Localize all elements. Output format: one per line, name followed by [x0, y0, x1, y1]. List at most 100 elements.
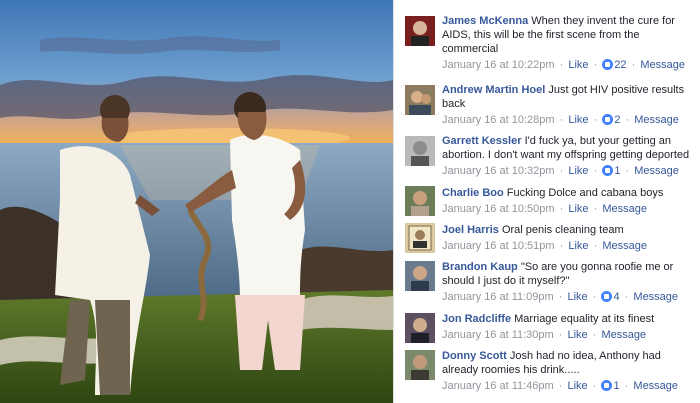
comment-body: James McKenna When they invent the cure …	[442, 14, 695, 72]
like-link[interactable]: Like	[568, 380, 588, 392]
sunset-photo[interactable]	[0, 0, 393, 403]
separator: ·	[558, 329, 563, 341]
like-link[interactable]: Like	[568, 203, 588, 215]
separator: ·	[593, 240, 598, 252]
comment-timestamp[interactable]: January 16 at 11:46pm	[442, 380, 554, 392]
avatar[interactable]	[405, 85, 435, 115]
separator: ·	[625, 114, 630, 126]
avatar[interactable]	[405, 16, 435, 46]
message-link[interactable]: Message	[640, 59, 685, 71]
comment-body: Garrett Kessler I'd fuck ya, but your ge…	[442, 134, 695, 178]
avatar[interactable]	[405, 136, 435, 166]
comment-text: Oral penis cleaning team	[501, 224, 624, 236]
commenter-name[interactable]: Andrew Martin Hoel	[442, 84, 545, 96]
comment-meta: January 16 at 11:09pm · Like · 4 · Messa…	[442, 290, 695, 304]
comment-timestamp[interactable]: January 16 at 10:22pm	[442, 59, 555, 71]
like-reaction-icon[interactable]	[602, 114, 614, 125]
message-link[interactable]: Message	[602, 203, 647, 215]
avatar[interactable]	[405, 313, 435, 343]
comment-body: Charlie Boo Fucking Dolce and cabana boy…	[442, 186, 695, 216]
separator: ·	[559, 240, 564, 252]
separator: ·	[593, 59, 598, 71]
comment-timestamp[interactable]: January 16 at 10:28pm	[442, 114, 555, 126]
message-link[interactable]: Message	[633, 380, 678, 392]
commenter-name[interactable]: Charlie Boo	[442, 187, 504, 199]
comment-body: Joel Harris Oral penis cleaning team Jan…	[442, 223, 695, 253]
like-reaction-icon[interactable]	[602, 165, 614, 176]
like-reaction-icon[interactable]	[601, 291, 613, 302]
separator: ·	[559, 203, 564, 215]
comment-timestamp[interactable]: January 16 at 10:50pm	[442, 203, 555, 215]
separator: ·	[592, 291, 597, 303]
like-reaction-icon[interactable]	[601, 380, 613, 391]
photo-illustration	[0, 0, 393, 403]
comment-meta: January 16 at 11:46pm · Like · 1 · Messa…	[442, 379, 695, 393]
comment-meta: January 16 at 10:51pm · Like · Message	[442, 239, 695, 253]
reaction-count[interactable]: 1	[613, 380, 619, 392]
avatar-photo	[405, 16, 435, 46]
separator: ·	[592, 380, 597, 392]
comment-meta: January 16 at 10:32pm · Like · 1 · Messa…	[442, 164, 695, 178]
avatar-photo	[405, 261, 435, 291]
avatar-photo	[405, 85, 435, 115]
separator: ·	[625, 165, 630, 177]
comment-body: Donny Scott Josh had no idea, Anthony ha…	[442, 349, 695, 393]
separator: ·	[559, 114, 564, 126]
comment-meta: January 16 at 10:28pm · Like · 2 · Messa…	[442, 113, 695, 127]
comment-text: Fucking Dolce and cabana boys	[506, 187, 664, 199]
separator: ·	[593, 203, 598, 215]
comment-meta: January 16 at 10:50pm · Like · Message	[442, 202, 695, 216]
separator: ·	[624, 291, 629, 303]
separator: ·	[631, 59, 636, 71]
reaction-count[interactable]: 4	[613, 291, 619, 303]
comment-timestamp[interactable]: January 16 at 11:30pm	[442, 329, 554, 341]
avatar-photo	[405, 223, 435, 253]
comment-meta: January 16 at 11:30pm · Like · Message	[442, 328, 695, 342]
separator: ·	[558, 291, 563, 303]
commenter-name[interactable]: Brandon Kaup	[442, 261, 518, 273]
comment-body: Brandon Kaup "So are you gonna roofie me…	[442, 260, 695, 304]
avatar[interactable]	[405, 223, 435, 253]
comments-panel: James McKenna When they invent the cure …	[393, 0, 700, 403]
separator: ·	[558, 380, 563, 392]
like-link[interactable]: Like	[568, 114, 588, 126]
reaction-count[interactable]: 2	[614, 114, 620, 126]
like-reaction-icon[interactable]	[602, 59, 614, 70]
avatar-photo	[405, 136, 435, 166]
message-link[interactable]: Message	[633, 291, 678, 303]
like-link[interactable]: Like	[568, 165, 588, 177]
avatar-photo	[405, 350, 435, 380]
reaction-count[interactable]: 1	[614, 165, 620, 177]
message-link[interactable]: Message	[634, 165, 679, 177]
commenter-name[interactable]: Donny Scott	[442, 350, 507, 362]
comment-timestamp[interactable]: January 16 at 10:32pm	[442, 165, 555, 177]
comment-timestamp[interactable]: January 16 at 11:09pm	[442, 291, 554, 303]
separator: ·	[559, 165, 564, 177]
comment-body: Jon Radcliffe Marriage equality at its f…	[442, 312, 695, 342]
avatar-photo	[405, 313, 435, 343]
avatar[interactable]	[405, 261, 435, 291]
comment-meta: January 16 at 10:22pm · Like · 22 · Mess…	[442, 58, 695, 72]
separator: ·	[593, 165, 598, 177]
avatar[interactable]	[405, 186, 435, 216]
commenter-name[interactable]: Joel Harris	[442, 224, 499, 236]
separator: ·	[559, 59, 564, 71]
like-link[interactable]: Like	[568, 240, 588, 252]
like-link[interactable]: Like	[568, 59, 588, 71]
comment-text: Marriage equality at its finest	[514, 313, 655, 325]
separator: ·	[593, 114, 598, 126]
comment-timestamp[interactable]: January 16 at 10:51pm	[442, 240, 555, 252]
message-link[interactable]: Message	[601, 329, 646, 341]
comment-body: Andrew Martin Hoel Just got HIV positive…	[442, 83, 695, 127]
commenter-name[interactable]: Jon Radcliffe	[442, 313, 511, 325]
message-link[interactable]: Message	[602, 240, 647, 252]
avatar[interactable]	[405, 350, 435, 380]
like-link[interactable]: Like	[568, 329, 588, 341]
commenter-name[interactable]: Garrett Kessler	[442, 135, 522, 147]
message-link[interactable]: Message	[634, 114, 679, 126]
reaction-count[interactable]: 22	[614, 59, 626, 71]
avatar-photo	[405, 186, 435, 216]
separator: ·	[592, 329, 597, 341]
commenter-name[interactable]: James McKenna	[442, 15, 528, 27]
like-link[interactable]: Like	[568, 291, 588, 303]
